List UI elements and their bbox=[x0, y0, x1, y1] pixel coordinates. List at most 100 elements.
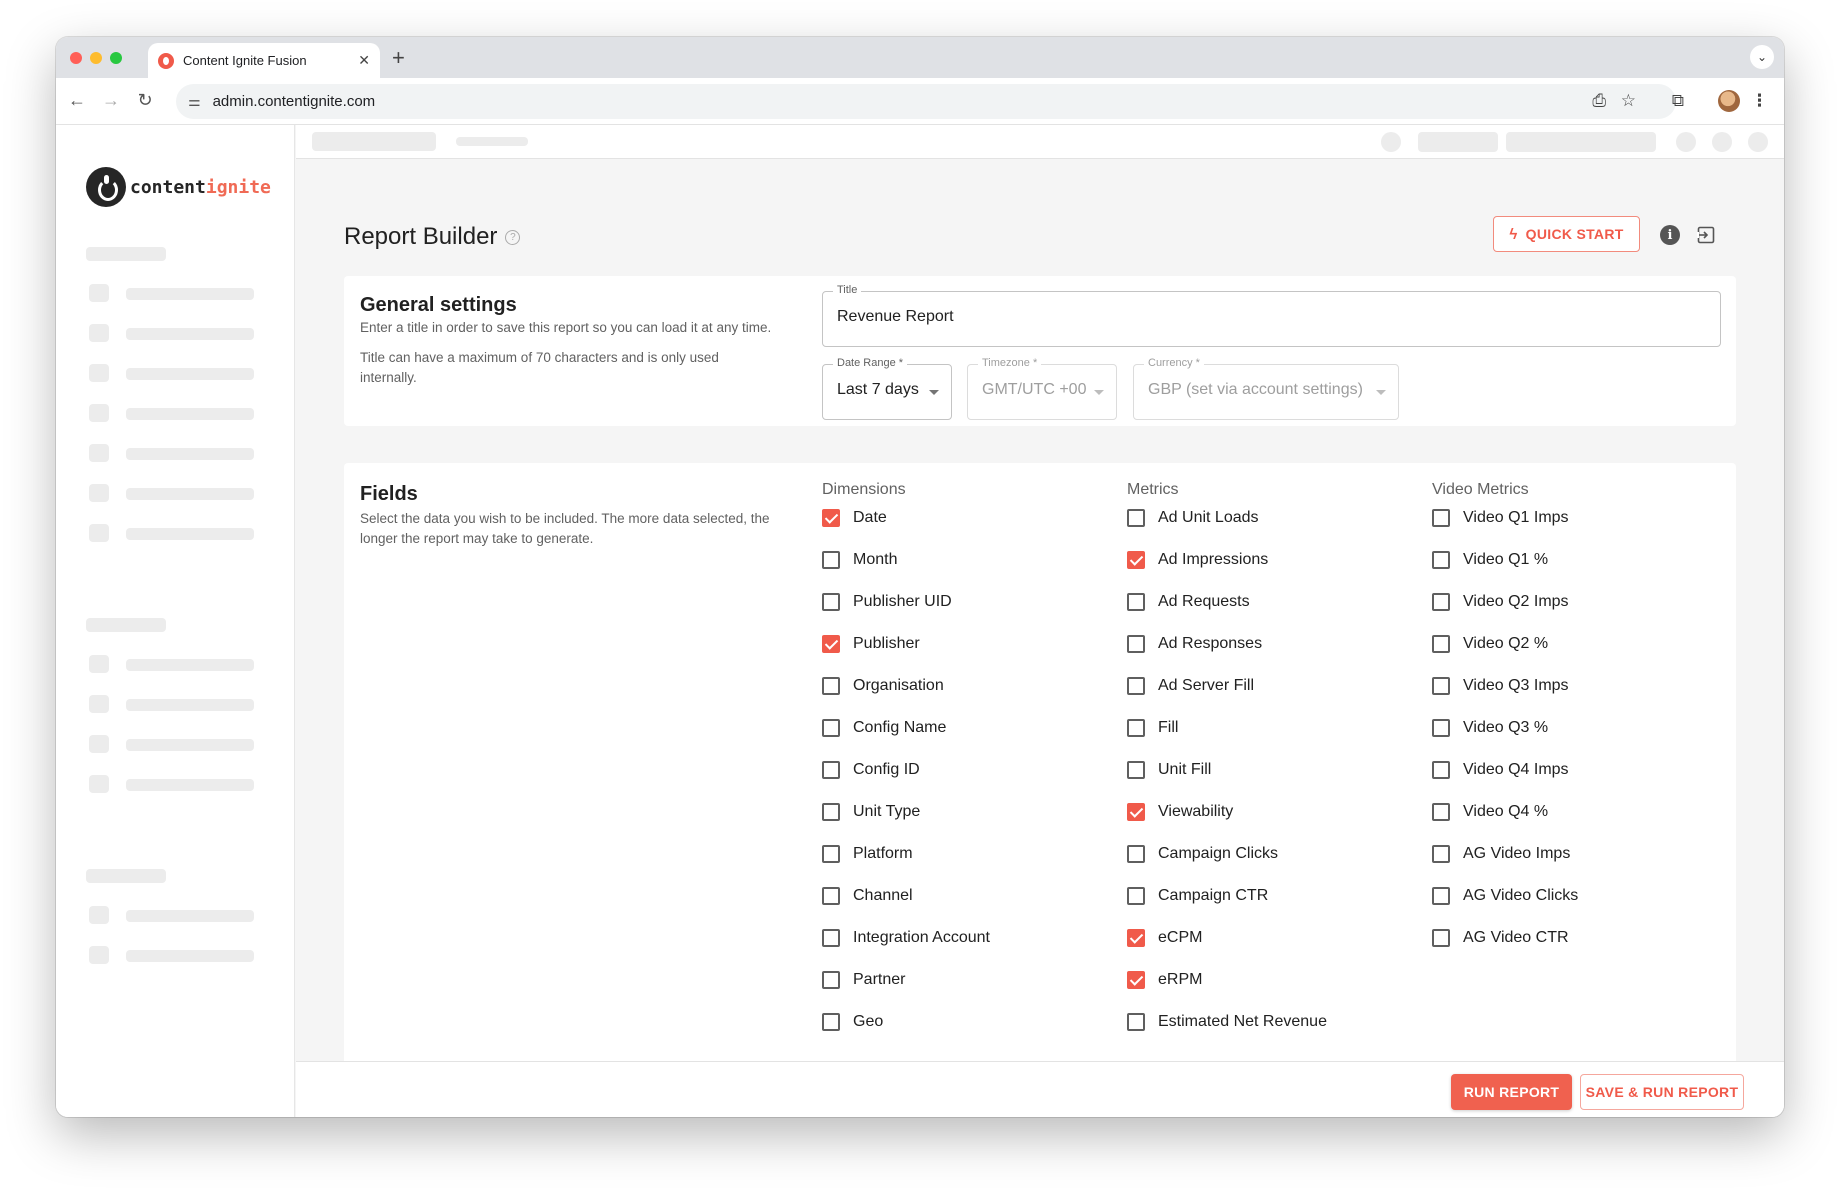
new-tab-button[interactable]: + bbox=[392, 45, 405, 71]
minimize-window-button[interactable] bbox=[90, 52, 102, 64]
checkbox-erpm[interactable]: eRPM bbox=[1127, 968, 1202, 992]
checkbox-unchecked-icon[interactable] bbox=[1432, 887, 1450, 905]
checkbox-unchecked-icon[interactable] bbox=[1127, 845, 1145, 863]
checkbox-unchecked-icon[interactable] bbox=[822, 803, 840, 821]
checkbox-unchecked-icon[interactable] bbox=[822, 971, 840, 989]
reload-icon[interactable]: ↻ bbox=[134, 90, 156, 111]
checkbox-unchecked-icon[interactable] bbox=[1432, 719, 1450, 737]
checkbox-unchecked-icon[interactable] bbox=[822, 845, 840, 863]
checkbox-campaign-ctr[interactable]: Campaign CTR bbox=[1127, 884, 1268, 908]
checkbox-partner[interactable]: Partner bbox=[822, 968, 905, 992]
checkbox-publisher-uid[interactable]: Publisher UID bbox=[822, 590, 952, 614]
checkbox-checked-icon[interactable] bbox=[822, 509, 840, 527]
checkbox-checked-icon[interactable] bbox=[1127, 971, 1145, 989]
forward-arrow-icon[interactable]: → bbox=[100, 90, 122, 111]
checkbox-unchecked-icon[interactable] bbox=[822, 1013, 840, 1031]
checkbox-unchecked-icon[interactable] bbox=[822, 551, 840, 569]
site-settings-icon[interactable]: ⚌ bbox=[188, 93, 201, 110]
checkbox-platform[interactable]: Platform bbox=[822, 842, 913, 866]
checkbox-unchecked-icon[interactable] bbox=[1432, 845, 1450, 863]
checkbox-ad-requests[interactable]: Ad Requests bbox=[1127, 590, 1250, 614]
checkbox-unchecked-icon[interactable] bbox=[1127, 593, 1145, 611]
checkbox-unchecked-icon[interactable] bbox=[822, 761, 840, 779]
checkbox-integration-account[interactable]: Integration Account bbox=[822, 926, 990, 950]
date-range-select[interactable]: Date Range * Last 7 days bbox=[822, 357, 952, 420]
checkbox-unchecked-icon[interactable] bbox=[1127, 1013, 1145, 1031]
checkbox-month[interactable]: Month bbox=[822, 548, 897, 572]
checkbox-geo[interactable]: Geo bbox=[822, 1010, 883, 1034]
checkbox-checked-icon[interactable] bbox=[1127, 551, 1145, 569]
checkbox-ag-video-ctr[interactable]: AG Video CTR bbox=[1432, 926, 1569, 950]
help-question-icon[interactable]: ? bbox=[505, 229, 521, 245]
checkbox-ag-video-clicks[interactable]: AG Video Clicks bbox=[1432, 884, 1578, 908]
checkbox-channel[interactable]: Channel bbox=[822, 884, 913, 908]
checkbox-unit-type[interactable]: Unit Type bbox=[822, 800, 920, 824]
extensions-icon[interactable]: ⧉ bbox=[1672, 91, 1684, 111]
checkbox-video-q4-imps[interactable]: Video Q4 Imps bbox=[1432, 758, 1569, 782]
checkbox-video-q1[interactable]: Video Q1 % bbox=[1432, 548, 1548, 572]
checkbox-unchecked-icon[interactable] bbox=[1432, 761, 1450, 779]
maximize-window-button[interactable] bbox=[110, 52, 122, 64]
checkbox-unchecked-icon[interactable] bbox=[822, 719, 840, 737]
checkbox-unit-fill[interactable]: Unit Fill bbox=[1127, 758, 1211, 782]
checkbox-fill[interactable]: Fill bbox=[1127, 716, 1178, 740]
checkbox-unchecked-icon[interactable] bbox=[1432, 551, 1450, 569]
logo[interactable]: contentignite bbox=[86, 167, 271, 207]
checkbox-unchecked-icon[interactable] bbox=[1432, 803, 1450, 821]
checkbox-unchecked-icon[interactable] bbox=[1127, 719, 1145, 737]
checkbox-video-q2-imps[interactable]: Video Q2 Imps bbox=[1432, 590, 1569, 614]
checkbox-video-q4[interactable]: Video Q4 % bbox=[1432, 800, 1548, 824]
checkbox-unchecked-icon[interactable] bbox=[1127, 635, 1145, 653]
info-icon[interactable]: i bbox=[1660, 225, 1680, 245]
save-and-run-report-button[interactable]: SAVE & RUN REPORT bbox=[1580, 1074, 1744, 1110]
checkbox-unchecked-icon[interactable] bbox=[1432, 593, 1450, 611]
checkbox-video-q3-imps[interactable]: Video Q3 Imps bbox=[1432, 674, 1569, 698]
checkbox-ad-responses[interactable]: Ad Responses bbox=[1127, 632, 1262, 656]
checkbox-campaign-clicks[interactable]: Campaign Clicks bbox=[1127, 842, 1278, 866]
checkbox-checked-icon[interactable] bbox=[1127, 803, 1145, 821]
tab-search-chevron-icon[interactable]: ⌄ bbox=[1750, 45, 1774, 69]
close-window-button[interactable] bbox=[70, 52, 82, 64]
checkbox-unchecked-icon[interactable] bbox=[1432, 677, 1450, 695]
profile-avatar[interactable] bbox=[1718, 90, 1740, 112]
checkbox-video-q3[interactable]: Video Q3 % bbox=[1432, 716, 1548, 740]
checkbox-viewability[interactable]: Viewability bbox=[1127, 800, 1233, 824]
checkbox-checked-icon[interactable] bbox=[822, 635, 840, 653]
checkbox-ad-impressions[interactable]: Ad Impressions bbox=[1127, 548, 1268, 572]
title-field[interactable]: Title Revenue Report bbox=[822, 284, 1721, 347]
checkbox-video-q1-imps[interactable]: Video Q1 Imps bbox=[1432, 506, 1569, 530]
checkbox-unchecked-icon[interactable] bbox=[1432, 929, 1450, 947]
checkbox-unchecked-icon[interactable] bbox=[1432, 509, 1450, 527]
checkbox-unchecked-icon[interactable] bbox=[1127, 887, 1145, 905]
checkbox-video-q2[interactable]: Video Q2 % bbox=[1432, 632, 1548, 656]
checkbox-unchecked-icon[interactable] bbox=[822, 887, 840, 905]
checkbox-publisher[interactable]: Publisher bbox=[822, 632, 920, 656]
checkbox-config-id[interactable]: Config ID bbox=[822, 758, 920, 782]
bookmark-star-icon[interactable]: ☆ bbox=[1621, 91, 1636, 111]
checkbox-unchecked-icon[interactable] bbox=[822, 929, 840, 947]
menu-kebab-icon[interactable]: ⋮ bbox=[1751, 91, 1768, 111]
checkbox-unchecked-icon[interactable] bbox=[822, 593, 840, 611]
checkbox-ag-video-imps[interactable]: AG Video Imps bbox=[1432, 842, 1570, 866]
checkbox-unchecked-icon[interactable] bbox=[1127, 677, 1145, 695]
checkbox-unchecked-icon[interactable] bbox=[1127, 509, 1145, 527]
checkbox-organisation[interactable]: Organisation bbox=[822, 674, 944, 698]
checkbox-unchecked-icon[interactable] bbox=[822, 677, 840, 695]
run-report-button[interactable]: RUN REPORT bbox=[1451, 1074, 1572, 1110]
checkbox-unchecked-icon[interactable] bbox=[1127, 761, 1145, 779]
title-field-value[interactable]: Revenue Report bbox=[837, 308, 954, 326]
install-app-icon[interactable]: ⎙ bbox=[1592, 91, 1606, 111]
exit-to-app-icon[interactable] bbox=[1696, 225, 1716, 245]
quick-start-button[interactable]: ϟ QUICK START bbox=[1493, 216, 1640, 252]
checkbox-estimated-net-revenue[interactable]: Estimated Net Revenue bbox=[1127, 1010, 1327, 1034]
checkbox-unchecked-icon[interactable] bbox=[1432, 635, 1450, 653]
browser-tab[interactable]: Content Ignite Fusion ✕ bbox=[148, 43, 380, 78]
checkbox-date[interactable]: Date bbox=[822, 506, 887, 530]
checkbox-ecpm[interactable]: eCPM bbox=[1127, 926, 1202, 950]
close-tab-icon[interactable]: ✕ bbox=[358, 52, 370, 69]
checkbox-ad-server-fill[interactable]: Ad Server Fill bbox=[1127, 674, 1254, 698]
address-bar[interactable]: ⚌ admin.contentignite.com bbox=[176, 84, 1676, 119]
checkbox-ad-unit-loads[interactable]: Ad Unit Loads bbox=[1127, 506, 1259, 530]
checkbox-config-name[interactable]: Config Name bbox=[822, 716, 946, 740]
checkbox-checked-icon[interactable] bbox=[1127, 929, 1145, 947]
